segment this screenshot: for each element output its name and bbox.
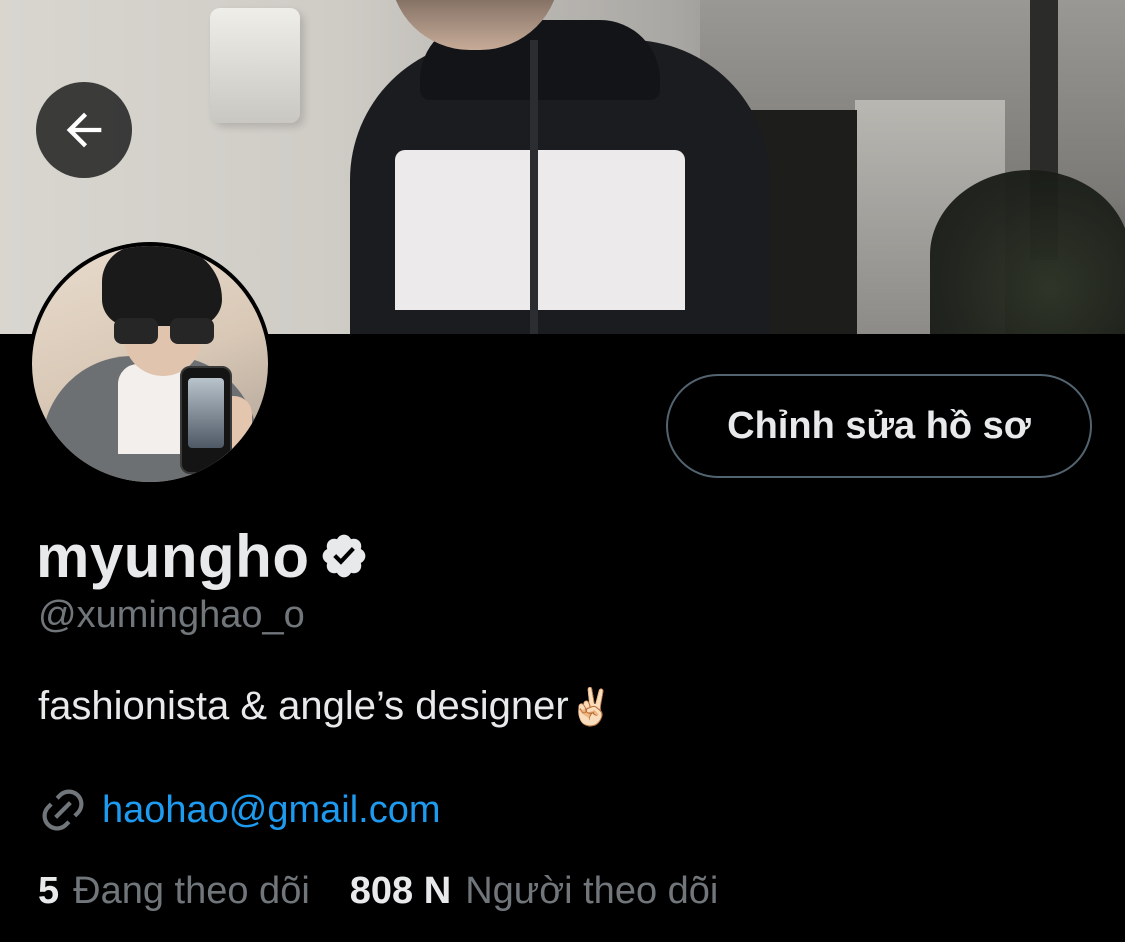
banner-jacket-zip <box>530 40 538 334</box>
verified-badge-icon[interactable] <box>319 531 369 581</box>
display-name-row: myungho <box>36 521 369 591</box>
followers-count: 808 N <box>349 870 452 912</box>
avatar[interactable] <box>28 242 272 486</box>
following-label: Đang theo dõi <box>73 870 310 912</box>
following-count: 5 <box>38 870 60 912</box>
avatar-hair <box>102 246 222 326</box>
profile-link-row: haohao@gmail.com <box>38 782 441 838</box>
followers-stat[interactable]: 808 N Người theo dõi <box>350 870 719 913</box>
profile-link[interactable]: haohao@gmail.com <box>102 789 441 832</box>
link-icon <box>42 789 84 831</box>
arrow-left-icon <box>66 112 102 148</box>
avatar-phone <box>180 366 232 474</box>
banner-wall-fixture <box>210 8 300 123</box>
avatar-phone-screen <box>188 378 224 448</box>
bio-text-row: fashionista & angle’s designer✌🏻 <box>38 684 614 729</box>
avatar-shirt <box>118 364 188 454</box>
avatar-photo <box>32 246 268 482</box>
avatar-sunglasses <box>114 318 214 348</box>
edit-profile-button[interactable]: Chỉnh sửa hồ sơ <box>666 374 1092 478</box>
followers-label: Người theo dõi <box>465 870 719 912</box>
following-stat[interactable]: 5 Đang theo dõi <box>38 870 310 913</box>
user-handle: @xuminghao_o <box>38 594 305 636</box>
bio-text: fashionista & angle’s designer <box>38 684 569 728</box>
back-button[interactable] <box>36 82 132 178</box>
banner-plant <box>930 170 1125 334</box>
follow-stats: 5 Đang theo dõi 808 N Người theo dõi <box>38 870 718 913</box>
display-name: myungho <box>36 522 310 590</box>
bio-emoji: ✌🏻 <box>568 686 614 727</box>
banner-jacket-panel <box>395 150 685 310</box>
